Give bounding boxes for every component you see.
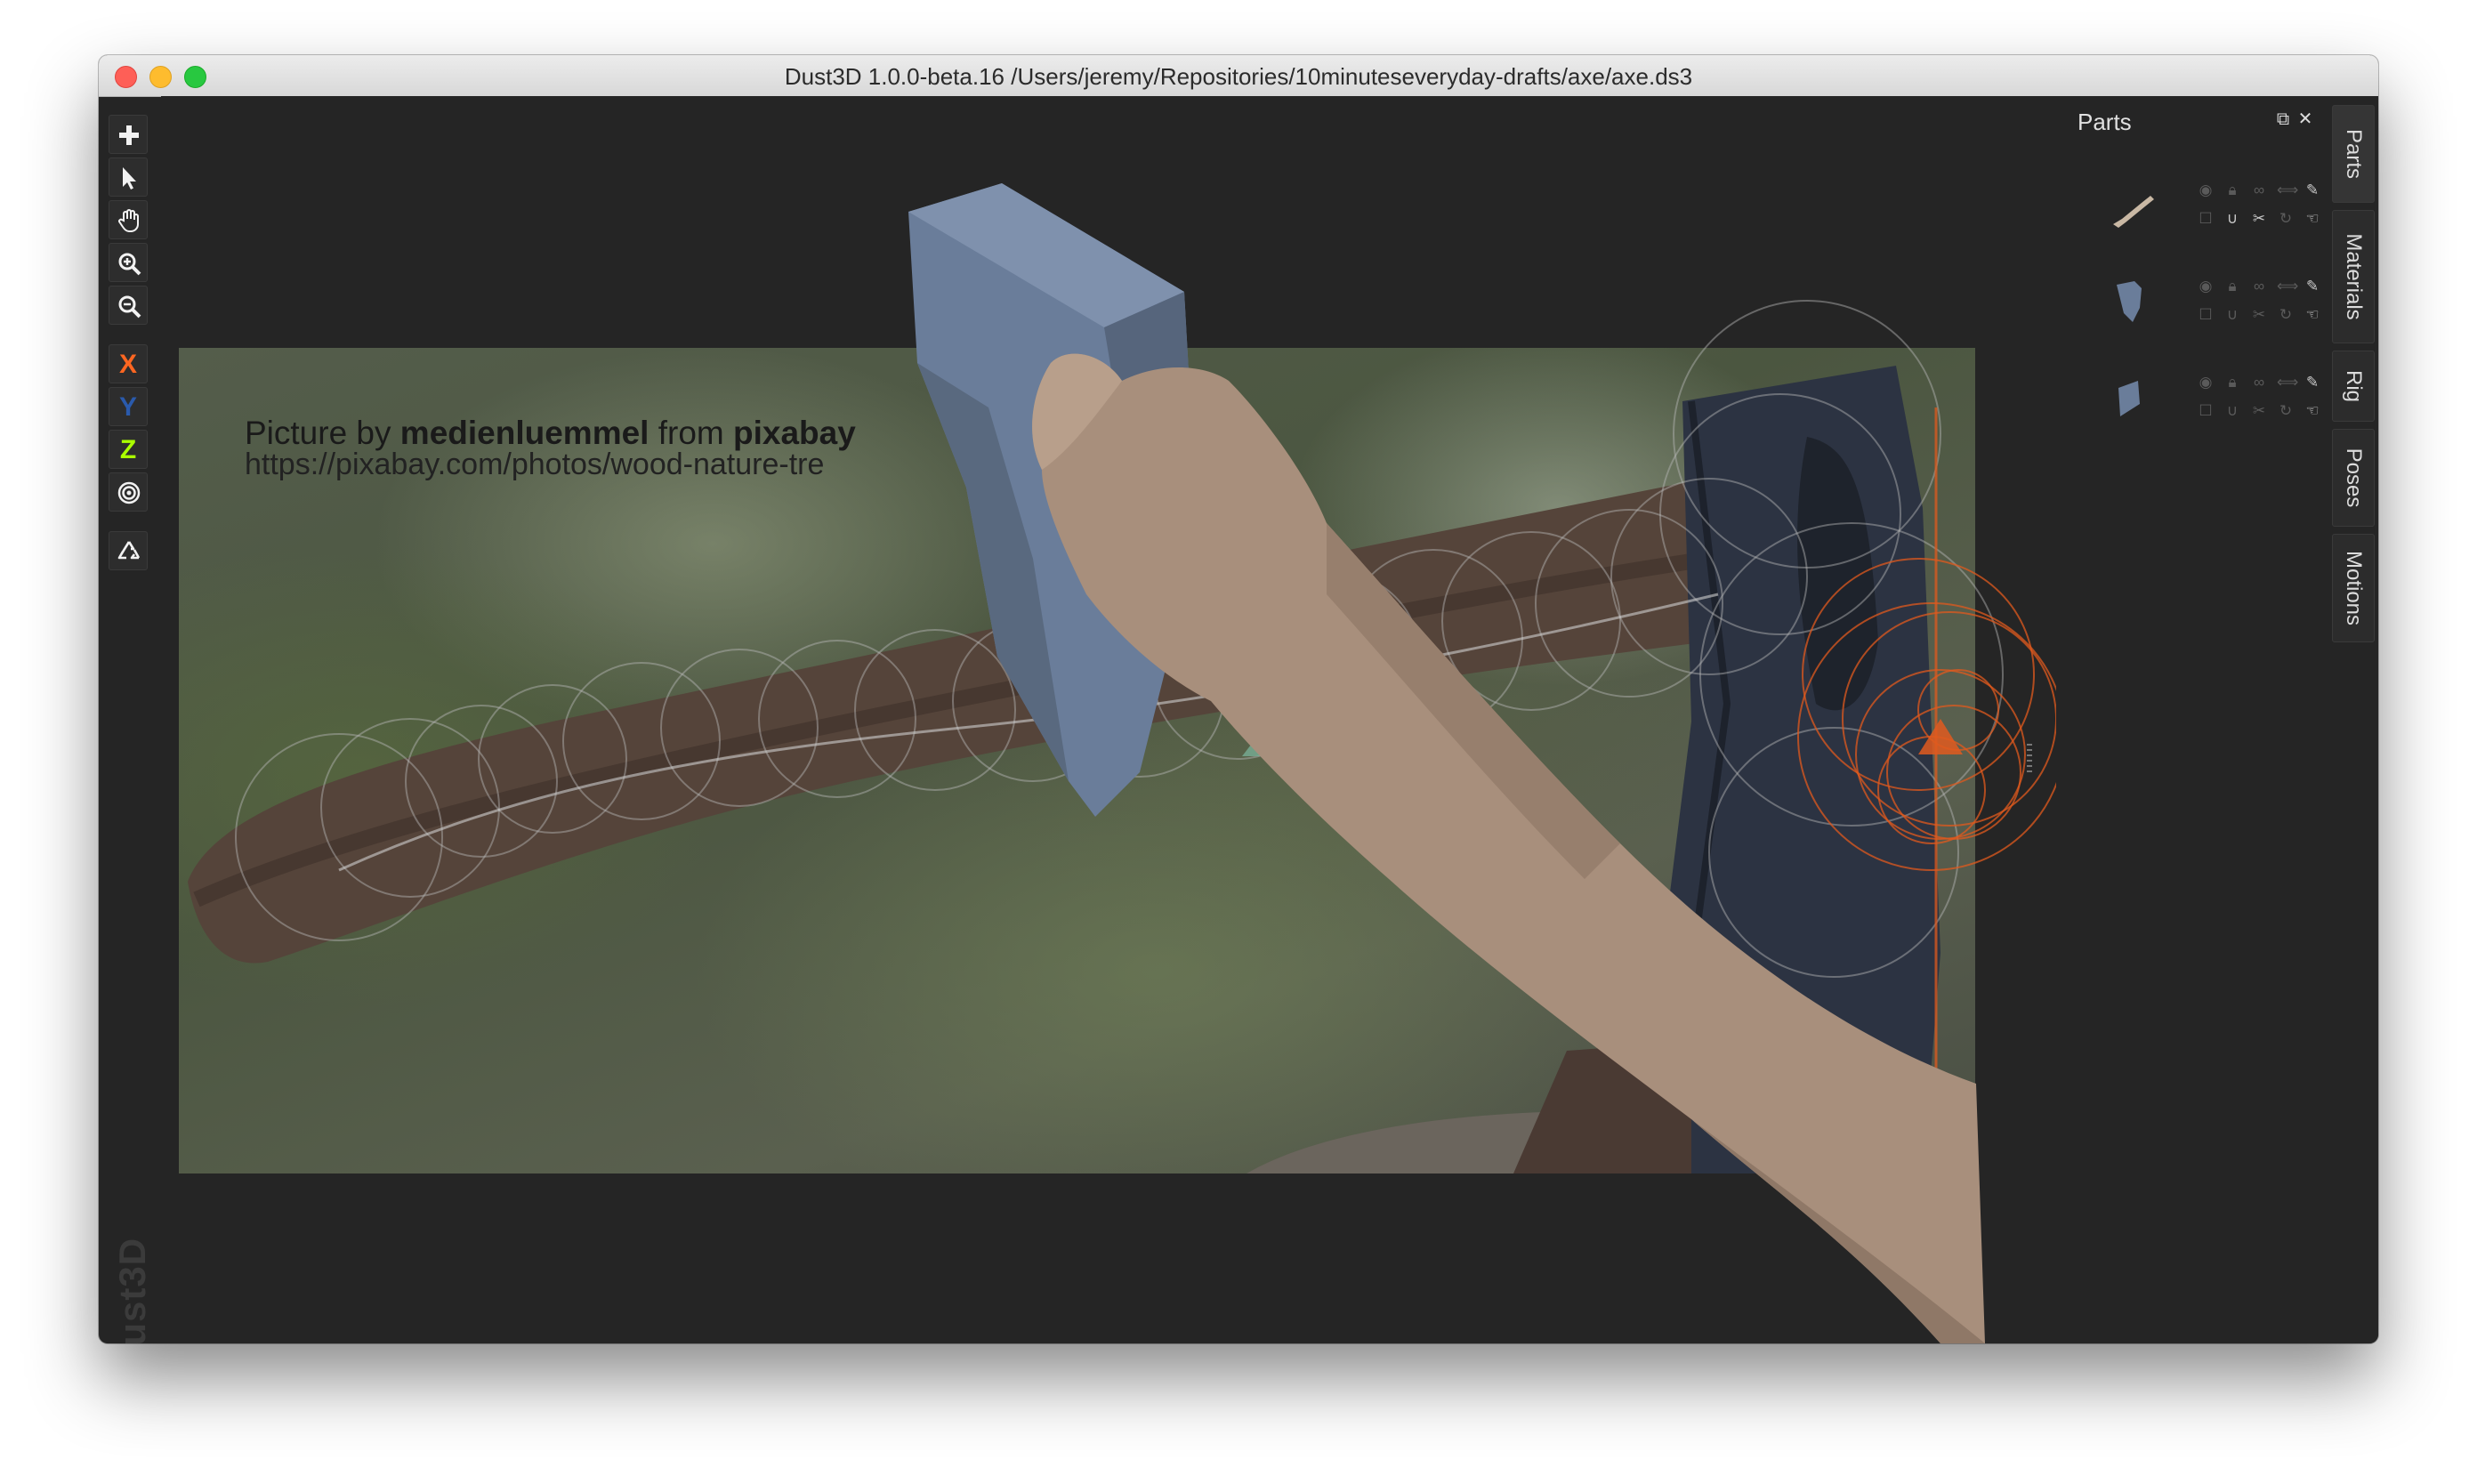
- select-button[interactable]: [109, 157, 148, 197]
- color-picker-icon[interactable]: ✎: [2304, 278, 2321, 295]
- z-axis-lock-button[interactable]: Z: [109, 430, 148, 469]
- brand-label: Dust3D: [111, 1237, 153, 1343]
- link-icon[interactable]: ∞: [2250, 374, 2268, 391]
- parts-panel: Parts ⧉ ✕ ◉ 🔒︎ ∞ ⟺ ✎ ☐ ∪ ✂ ↻ ☜ ◉ 🔒︎ ∞ ⟺ …: [2056, 96, 2323, 1343]
- hand-icon: [118, 209, 139, 232]
- title-bar: Dust3D 1.0.0-beta.16 /Users/jeremy/Repos…: [99, 55, 2378, 97]
- concentric-circle-icon: [117, 481, 141, 504]
- tab-poses[interactable]: Poses: [2332, 429, 2375, 527]
- radius-lock-button[interactable]: [109, 472, 148, 512]
- tab-label: Rig: [2342, 369, 2366, 403]
- parts-panel-title: Parts: [2078, 109, 2132, 135]
- mirror-icon[interactable]: ⟺: [2277, 181, 2298, 199]
- checkbox-icon[interactable]: ☐: [2197, 402, 2215, 420]
- magnet-icon[interactable]: ∪: [2223, 306, 2241, 324]
- handle-part-thumbnail: [2113, 196, 2154, 228]
- rotate-icon[interactable]: ↻: [2277, 210, 2295, 228]
- pan-button[interactable]: [109, 200, 148, 239]
- model-canvas[interactable]: Picture by medienluemmel from pixabay ht…: [161, 96, 2056, 1343]
- magnet-icon[interactable]: ∪: [2223, 210, 2241, 228]
- part-row-handle[interactable]: ◉ 🔒︎ ∞ ⟺ ✎ ☐ ∪ ✂ ↻ ☜: [2099, 176, 2321, 256]
- scissors-icon[interactable]: ✂: [2250, 306, 2268, 324]
- tab-motions[interactable]: Motions: [2332, 534, 2375, 642]
- lock-icon[interactable]: 🔒︎: [2223, 278, 2241, 295]
- eye-icon[interactable]: ◉: [2197, 374, 2215, 391]
- rotate-icon[interactable]: ↻: [2277, 306, 2295, 324]
- selected-nodes[interactable]: [1797, 407, 2056, 1119]
- tab-materials[interactable]: Materials: [2332, 210, 2375, 343]
- panel-splitter-handle[interactable]: [2027, 744, 2032, 776]
- hand-pointer-icon[interactable]: ☜: [2304, 210, 2321, 228]
- mirror-icon[interactable]: ⟺: [2277, 278, 2298, 295]
- y-axis-lock-button[interactable]: Y: [109, 387, 148, 426]
- link-icon[interactable]: ∞: [2250, 181, 2268, 199]
- link-icon[interactable]: ∞: [2250, 278, 2268, 295]
- dust3d-watermark: Dust3D: [104, 1212, 157, 1343]
- regenerate-button[interactable]: [109, 531, 148, 570]
- rotate-icon[interactable]: ↻: [2277, 402, 2295, 420]
- window-title: Dust3D 1.0.0-beta.16 /Users/jeremy/Repos…: [784, 63, 1693, 90]
- blade-part-thumbnail: [2117, 281, 2142, 322]
- color-picker-icon[interactable]: ✎: [2304, 374, 2321, 391]
- tab-parts[interactable]: Parts: [2332, 105, 2375, 203]
- recycle-icon: [117, 541, 141, 560]
- tab-label: Parts: [2342, 128, 2366, 180]
- zoom-out-button[interactable]: [109, 286, 148, 325]
- eye-icon[interactable]: ◉: [2197, 181, 2215, 199]
- tab-label: Poses: [2342, 448, 2366, 508]
- tab-label: Motions: [2342, 550, 2366, 626]
- tab-label: Materials: [2342, 233, 2366, 320]
- lock-icon[interactable]: 🔒︎: [2223, 374, 2241, 391]
- arm-model: [1032, 353, 1985, 1343]
- scissors-icon[interactable]: ✂: [2250, 210, 2268, 228]
- plus-icon: [119, 125, 139, 145]
- zoom-out-icon: [118, 295, 141, 319]
- tab-rig[interactable]: Rig: [2332, 351, 2375, 422]
- mirror-icon[interactable]: ⟺: [2277, 374, 2298, 391]
- x-axis-lock-button[interactable]: X: [109, 344, 148, 383]
- add-node-button[interactable]: [109, 115, 148, 154]
- magnet-icon[interactable]: ∪: [2223, 402, 2241, 420]
- cursor-arrow-icon: [123, 167, 136, 190]
- part-row-blade[interactable]: ◉ 🔒︎ ∞ ⟺ ✎ ☐ ∪ ✂ ↻ ☜: [2099, 272, 2321, 352]
- hand-pointer-icon[interactable]: ☜: [2304, 306, 2321, 324]
- zoom-in-button[interactable]: [109, 243, 148, 282]
- color-picker-icon[interactable]: ✎: [2304, 181, 2321, 199]
- zoom-in-icon: [118, 253, 141, 276]
- scene-overlay: [235, 183, 2056, 1343]
- hand-pointer-icon[interactable]: ☜: [2304, 402, 2321, 420]
- dock-tabs: Parts Materials Rig Poses Motions: [2323, 96, 2378, 1343]
- edge-part-thumbnail: [2118, 381, 2140, 416]
- float-window-icon[interactable]: ⧉: [2274, 110, 2292, 128]
- lock-icon[interactable]: 🔒︎: [2223, 181, 2241, 199]
- checkbox-icon[interactable]: ☐: [2197, 210, 2215, 228]
- scissors-icon[interactable]: ✂: [2250, 402, 2268, 420]
- checkbox-icon[interactable]: ☐: [2197, 306, 2215, 324]
- app-window: Dust3D 1.0.0-beta.16 /Users/jeremy/Repos…: [99, 55, 2378, 1343]
- part-row-edge[interactable]: ◉ 🔒︎ ∞ ⟺ ✎ ☐ ∪ ✂ ↻ ☜: [2099, 368, 2321, 448]
- eye-icon[interactable]: ◉: [2197, 278, 2215, 295]
- close-icon[interactable]: ✕: [2296, 110, 2314, 128]
